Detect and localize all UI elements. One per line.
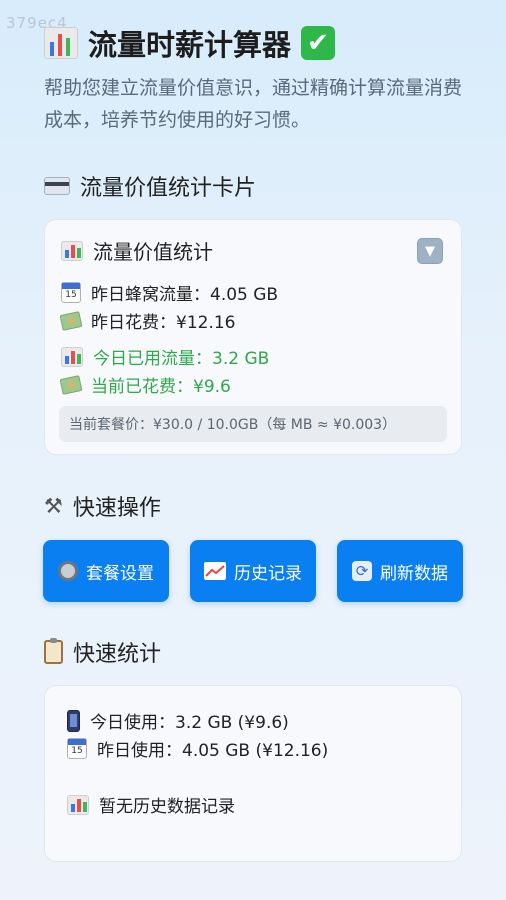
page: 379ec4 流量时薪计算器 ✔ 帮助您建立流量价值意识，通过精确计算流量消费成…: [0, 0, 506, 900]
stat-row-today-traffic: 今日已用流量：3.2 GB: [61, 344, 269, 369]
stat-row-today-cost: 当前已花费：¥9.6: [59, 372, 231, 397]
card-title-row: 流量价值统计: [61, 236, 213, 265]
page-title: 流量时薪计算器: [88, 28, 292, 62]
quick-stat-today: 今日使用：3.2 GB (¥9.6): [67, 708, 289, 733]
refresh-icon: ⟳: [352, 561, 372, 581]
tools-icon: ⚒: [44, 494, 63, 518]
phone-icon: [67, 709, 80, 732]
stat-label: 昨日使用：4.05 GB (¥12.16): [97, 741, 329, 761]
quick-stat-history: 暂无历史数据记录: [67, 792, 235, 817]
section-heading-quick-actions: ⚒ 快速操作: [44, 490, 161, 522]
section-heading-quick-stats: 快速统计: [44, 636, 161, 668]
button-label: 刷新数据: [380, 563, 448, 584]
stat-label: 昨日蜂窝流量：4.05 GB: [91, 285, 279, 305]
collapse-toggle-button[interactable]: ▼: [417, 238, 443, 264]
bar-chart-icon: [44, 27, 78, 59]
quick-stats-card: 今日使用：3.2 GB (¥9.6) 15 昨日使用：4.05 GB (¥12.…: [44, 685, 462, 862]
stat-label: 暂无历史数据记录: [99, 797, 235, 817]
section-heading-text: 快速统计: [73, 642, 162, 667]
calendar-icon: 15: [61, 282, 81, 303]
chevron-down-icon: ▼: [425, 243, 435, 259]
page-subtitle: 帮助您建立流量价值意识，通过精确计算流量消费成本，培养节约使用的好习惯。: [44, 77, 463, 131]
button-label: 历史记录: [234, 563, 302, 584]
refresh-button[interactable]: ⟳ 刷新数据: [337, 540, 463, 602]
bar-chart-icon: [67, 794, 89, 815]
plan-settings-button[interactable]: 套餐设置: [43, 540, 169, 602]
stat-label: 昨日花费：¥12.16: [91, 313, 236, 333]
money-icon: [59, 374, 83, 395]
quick-stat-yesterday: 15 昨日使用：4.05 GB (¥12.16): [67, 736, 328, 761]
app-header: 流量时薪计算器 ✔: [44, 22, 336, 64]
credit-card-icon: [44, 177, 70, 195]
section-heading-value-card: 流量价值统计卡片: [44, 170, 256, 202]
check-mark-icon: ✔: [301, 26, 336, 60]
section-heading-text: 流量价值统计卡片: [80, 176, 257, 201]
stat-row-yesterday-cost: 昨日花费：¥12.16: [59, 308, 236, 333]
stat-label: 今日使用：3.2 GB (¥9.6): [90, 713, 289, 733]
trend-chart-icon: [204, 562, 226, 580]
stat-label: 今日已用流量：3.2 GB: [93, 349, 270, 369]
calendar-icon: 15: [67, 738, 87, 759]
money-icon: [59, 310, 83, 331]
plan-info: 当前套餐价：¥30.0 / 10.0GB（每 MB ≈ ¥0.003）: [59, 406, 447, 442]
button-label: 套餐设置: [86, 563, 154, 584]
bar-chart-icon: [61, 346, 83, 367]
card-title: 流量价值统计: [93, 240, 213, 264]
section-heading-text: 快速操作: [72, 496, 161, 521]
gear-icon: [58, 561, 78, 581]
history-button[interactable]: 历史记录: [190, 540, 316, 602]
clipboard-icon: [44, 638, 63, 664]
bar-chart-icon: [61, 240, 83, 261]
value-stats-card: 流量价值统计 ▼ 15 昨日蜂窝流量：4.05 GB 昨日花费：¥12.16 今…: [44, 219, 462, 455]
stat-label: 当前已花费：¥9.6: [91, 377, 231, 397]
stat-row-yesterday-traffic: 15 昨日蜂窝流量：4.05 GB: [61, 280, 278, 305]
